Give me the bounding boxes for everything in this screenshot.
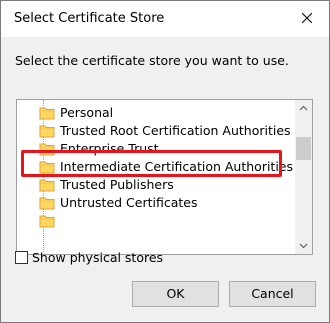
tree-item-label: Personal [60,105,114,120]
folder-icon [39,107,55,120]
certificate-store-dialog: Select Certificate Store Select the cert… [0,0,330,323]
vertical-scrollbar[interactable] [295,100,312,254]
show-physical-stores-checkbox[interactable] [15,251,28,264]
scroll-up-button[interactable] [295,100,312,117]
folder-icon [39,197,55,210]
dialog-body: Select the certificate store you want to… [1,37,329,322]
tree-item-enterprise-trust[interactable]: Enterprise Trust [17,140,295,158]
tree-item-trusted-root[interactable]: Trusted Root Certification Authorities [17,122,295,140]
window-title: Select Certificate Store [14,11,165,26]
instruction-text: Select the certificate store you want to… [15,53,289,68]
tree-item-label: Trusted Root Certification Authorities [60,123,291,138]
folder-icon [39,125,55,138]
scroll-down-button[interactable] [295,237,312,254]
chevron-up-icon [299,105,308,111]
tree-item-trusted-publishers[interactable]: Trusted Publishers [17,176,295,194]
tree-item-untrusted[interactable]: Untrusted Certificates [17,194,295,212]
tree-item-label: Enterprise Trust [60,141,159,156]
chevron-down-icon [299,243,308,249]
cancel-button[interactable]: Cancel [229,281,316,307]
tree-item-label: Intermediate Certification Authorities [60,159,294,174]
tree-item-label: Trusted Publishers [60,177,174,192]
folder-icon [39,215,55,228]
folder-icon [39,179,55,192]
folder-icon [39,161,55,174]
tree-item-personal[interactable]: Personal [17,104,295,122]
tree-item-partial[interactable] [17,212,295,230]
title-bar: Select Certificate Store [1,1,329,37]
scroll-thumb[interactable] [296,137,311,160]
close-icon [302,13,312,23]
tree-viewport: Personal Trusted Root Certification Auth… [17,100,295,254]
close-button[interactable] [285,1,329,37]
ok-button[interactable]: OK [132,281,219,307]
certificate-store-tree[interactable]: Personal Trusted Root Certification Auth… [16,99,313,255]
tree-item-label: Untrusted Certificates [60,195,198,210]
show-physical-stores-label: Show physical stores [32,250,164,265]
tree-item-intermediate[interactable]: Intermediate Certification Authorities [17,158,295,176]
folder-icon [39,143,55,156]
